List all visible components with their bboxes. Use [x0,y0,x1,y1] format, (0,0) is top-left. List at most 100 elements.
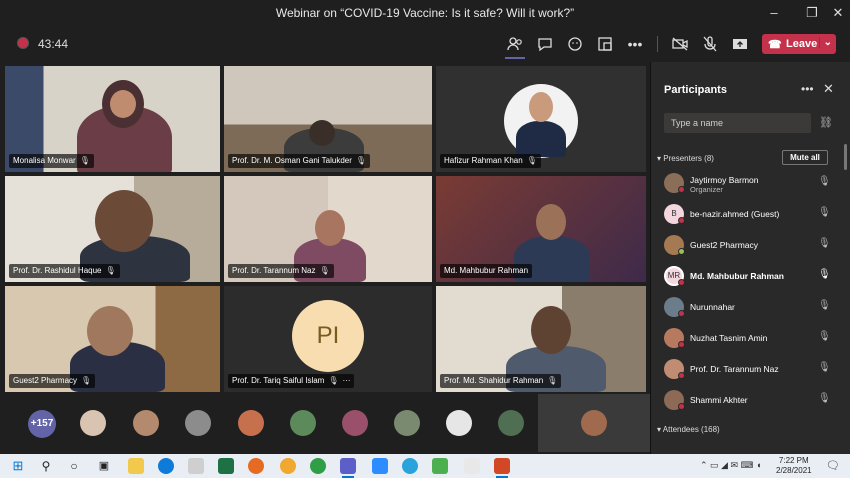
more-actions-button[interactable]: ••• [625,34,645,54]
self-avatar [581,410,607,436]
cortana-icon[interactable]: ○ [66,458,82,474]
participants-toggle-button[interactable] [505,34,525,54]
mic-off-icon: 🎙 [79,156,90,165]
leave-button[interactable]: ☎ Leave ⌄ [762,34,836,54]
mic-off-icon: 🎙 [818,238,831,249]
self-preview-tile[interactable] [538,394,650,452]
participant-row[interactable]: Guest2 Pharmacy 🎙 [664,231,834,259]
participant-role: Organizer [690,185,723,194]
reactions-button[interactable] [565,34,585,54]
presenters-section-header[interactable]: ▾ Presenters (8) [657,154,714,163]
meeting-timer: 43:44 [38,37,69,51]
participant-row[interactable]: Nurunnahar 🎙 [664,293,834,321]
share-button[interactable] [730,34,750,54]
search-icon[interactable]: ⚲ [38,458,54,474]
mic-off-icon: 🎙 [328,376,339,385]
mic-off-icon: 🎙 [818,207,831,218]
participant-thumbnail[interactable] [498,410,524,436]
mic-off-icon: 🎙 [818,331,831,342]
participant-search-input[interactable]: Type a name [664,113,811,133]
people-icon [507,37,522,51]
mute-all-button[interactable]: Mute all [782,150,828,165]
system-tray-icons[interactable]: ⌃ ▭ ◢ ✉ ⌨ ◖ [700,460,761,471]
participant-thumbnail[interactable] [185,410,211,436]
participant-name: be-nazir.ahmed (Guest) [690,209,780,219]
telegram-icon[interactable] [402,458,418,474]
participant-initials-avatar: PI [292,300,364,372]
more-options-icon[interactable]: ••• [801,82,814,96]
participant-thumbnail[interactable] [446,410,472,436]
mic-off-icon: 🎙 [818,300,831,311]
video-grid: Monalisa Monwar 🎙 Prof. Dr. M. Osman Gani… [0,62,650,392]
taskbar-clock[interactable]: 7:22 PM 2/28/2021 [776,456,812,476]
participant-thumbnail[interactable] [290,410,316,436]
video-tile[interactable]: Hafizur Rahman Khan 🎙 [436,66,646,172]
close-window-button[interactable]: ✕ [826,4,850,22]
app-icon[interactable] [280,458,296,474]
chevron-down-icon[interactable]: ⌄ [818,37,832,48]
video-tile[interactable]: Prof. Dr. Tarannum Naz 🎙 [224,176,432,282]
mic-off-icon: 🎙 [526,156,537,165]
rooms-button[interactable] [595,34,615,54]
task-view-icon[interactable]: ▣ [96,458,112,474]
participant-thumbnail[interactable] [342,410,368,436]
overflow-count-button[interactable]: +157 [28,410,56,438]
participant-name-label: Prof. Dr. Tarannum Naz 🎙 [228,264,334,278]
active-indicator [505,57,525,59]
status-badge [678,310,685,317]
video-tile[interactable]: Prof. Dr. Rashidul Haque 🎙 [5,176,220,282]
participant-thumbnail[interactable] [394,410,420,436]
participant-row[interactable]: MR Md. Mahbubur Rahman 🎙 [664,262,834,290]
camera-button[interactable] [670,34,690,54]
status-badge [678,279,685,286]
phone-icon: ☎ [768,39,782,51]
close-icon[interactable]: ✕ [823,81,834,97]
video-tile[interactable]: Monalisa Monwar 🎙 [5,66,220,172]
mic-off-icon: 🎙 [818,176,831,187]
participant-name: Shammi Akhter [690,395,748,405]
copy-link-icon[interactable]: ⛓ [819,116,833,129]
maximize-button[interactable]: ❐ [800,4,824,22]
firefox-icon[interactable] [248,458,264,474]
video-tile[interactable]: Guest2 Pharmacy 🎙 [5,286,220,392]
minimize-button[interactable]: – [762,4,786,22]
video-tile[interactable]: PI Prof. Dr. Tariq Saiful Islam 🎙 ⋯ [224,286,432,392]
participant-row[interactable]: B be-nazir.ahmed (Guest) 🎙 [664,200,834,228]
windows-start-icon[interactable]: ⊞ [10,458,26,474]
scrollbar[interactable] [844,144,847,170]
powerpoint-icon[interactable] [494,458,510,478]
edge-icon[interactable] [158,458,174,474]
participant-row[interactable]: Shammi Akhter 🎙 [664,386,834,414]
app-icon[interactable] [188,458,204,474]
app-icon[interactable] [464,458,480,474]
participant-thumbnail[interactable] [238,410,264,436]
torrent-icon[interactable] [432,458,448,474]
recording-icon [18,38,28,48]
status-badge [678,217,685,224]
video-tile[interactable]: Md. Mahbubur Rahman [436,176,646,282]
video-tile[interactable]: Prof. Md. Shahidur Rahman 🎙 [436,286,646,392]
mic-button[interactable] [700,34,720,54]
notification-icon[interactable]: 🗨 [826,459,840,472]
participant-name-label: Prof. Dr. M. Osman Gani Talukder 🎙 [228,154,371,168]
zoom-icon[interactable] [372,458,388,474]
participant-name-label: Prof. Dr. Tariq Saiful Islam 🎙 ⋯ [228,374,355,388]
attendees-section-header[interactable]: ▾ Attendees (168) [657,425,720,434]
chat-button[interactable] [535,34,555,54]
participant-thumbnail[interactable] [133,410,159,436]
status-badge [678,372,685,379]
mic-off-icon: 🎙 [818,362,831,373]
participant-name: Guest2 Pharmacy [690,240,759,250]
teams-icon[interactable] [340,458,356,478]
participant-thumbnail[interactable] [80,410,106,436]
excel-icon[interactable] [218,458,234,474]
participant-row[interactable]: Prof. Dr. Tarannum Naz 🎙 [664,355,834,383]
chrome-icon[interactable] [310,458,326,474]
mic-off-icon: 🎙 [105,266,116,275]
mic-on-icon: 🎙 [818,269,831,280]
status-badge [678,248,685,255]
participant-row[interactable]: Nuzhat Tasnim Amin 🎙 [664,324,834,352]
participant-row[interactable]: Jaytirmoy Barmon Organizer 🎙 [664,169,834,197]
video-tile[interactable]: Prof. Dr. M. Osman Gani Talukder 🎙 [224,66,432,172]
file-explorer-icon[interactable] [128,458,144,474]
